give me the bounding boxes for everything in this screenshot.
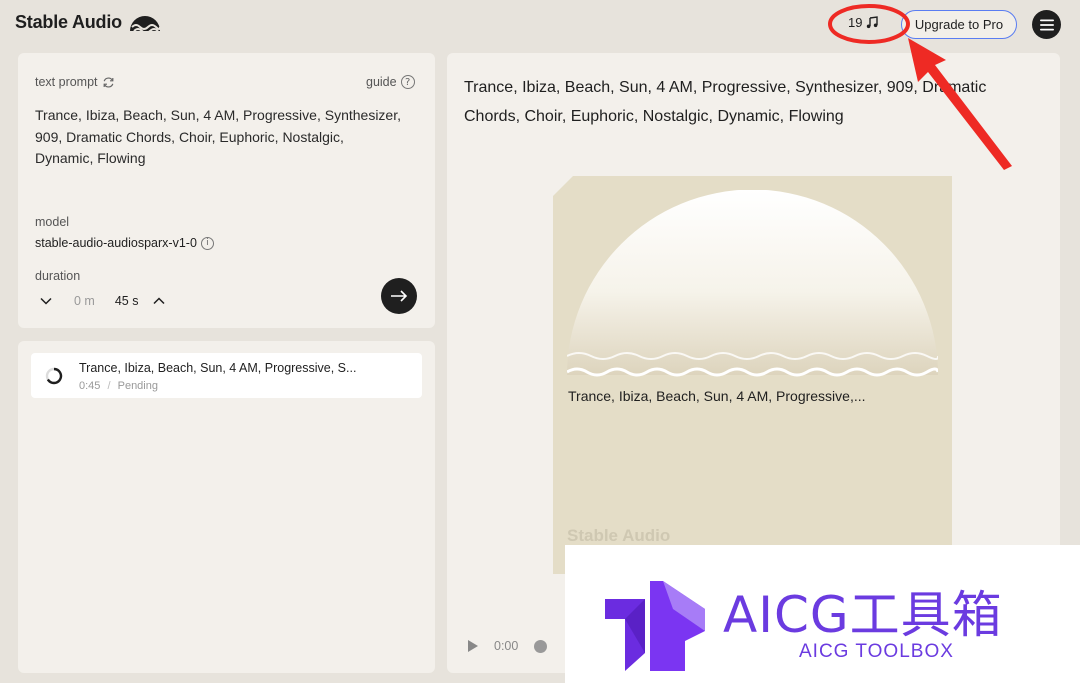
app-logo[interactable]: Stable Audio [15,12,162,33]
track-title: Trance, Ibiza, Beach, Sun, 4 AM, Progres… [464,79,987,125]
scrubber-handle[interactable] [534,639,548,653]
arrow-right-icon [391,290,408,302]
queue-item-separator: / [107,380,111,392]
chevron-down-icon[interactable] [40,297,52,305]
play-icon[interactable] [468,640,478,652]
hamburger-icon [1039,19,1054,30]
guide-link[interactable]: guide ? [366,75,415,89]
refresh-icon[interactable] [102,76,115,89]
half-sun-wave-icon [129,15,161,33]
audio-player: 0:00 [468,639,548,653]
sun-wave-artwork [567,190,938,377]
prompt-panel: text prompt guide ? Trance, Ibiza, Beach… [18,53,435,328]
loading-spinner-icon [45,367,63,385]
credits-value: 19 [848,15,863,30]
duration-minutes: 0 m [74,294,95,308]
credits-counter[interactable]: 19 [848,15,879,30]
prompt-textarea[interactable]: Trance, Ibiza, Beach, Sun, 4 AM, Progres… [35,105,405,170]
duration-stepper: 0 m 45 s [35,294,166,308]
model-label: model [35,215,70,229]
cover-caption: Trance, Ibiza, Beach, Sun, 4 AM, Progres… [568,388,866,404]
info-icon[interactable]: i [200,236,214,250]
model-selector[interactable]: stable-audio-audiosparx-v1-0 i [35,236,214,250]
menu-button[interactable] [1032,10,1061,39]
music-note-icon [867,16,879,29]
help-circle-icon: ? [400,75,415,89]
aicg-logo-icon [605,581,705,671]
watermark-subtitle: AICG TOOLBOX [799,641,954,662]
upgrade-to-pro-button[interactable]: Upgrade to Pro [901,10,1017,39]
text-prompt-label: text prompt [35,75,98,89]
app-name: Stable Audio [15,12,122,32]
model-value: stable-audio-audiosparx-v1-0 [35,236,197,250]
aicg-watermark: AICG工具箱 AICG TOOLBOX [565,545,1080,683]
generate-button[interactable] [381,278,417,314]
queue-item[interactable]: Trance, Ibiza, Beach, Sun, 4 AM, Progres… [31,353,422,398]
queue-item-meta: 0:45 / Pending [79,380,158,392]
player-time: 0:00 [494,639,519,653]
duration-seconds: 45 s [114,294,139,308]
duration-label: duration [35,269,81,283]
queue-item-status: Pending [117,380,158,392]
generation-queue-panel: Trance, Ibiza, Beach, Sun, 4 AM, Progres… [18,341,435,673]
cover-brand: Stable Audio [567,526,671,545]
queue-item-duration: 0:45 [79,380,101,392]
text-prompt-header: text prompt [35,75,115,89]
chevron-up-icon[interactable] [153,297,166,305]
queue-item-title: Trance, Ibiza, Beach, Sun, 4 AM, Progres… [79,361,357,375]
guide-label: guide [366,75,397,89]
cover-art-card: Trance, Ibiza, Beach, Sun, 4 AM, Progres… [553,176,952,574]
watermark-title: AICG工具箱 [723,586,1003,644]
